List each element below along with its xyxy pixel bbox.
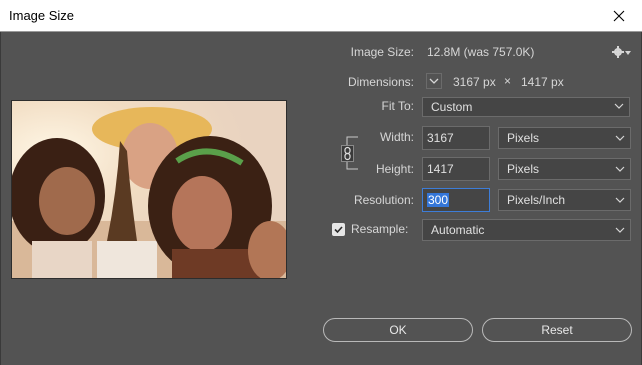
height-label: Height: bbox=[321, 162, 414, 176]
dimensions-dropdown[interactable] bbox=[426, 73, 442, 89]
chain-link-icon bbox=[344, 146, 351, 161]
chevron-down-icon bbox=[429, 78, 439, 84]
dimensions-height-value: 1417 px bbox=[521, 75, 564, 89]
width-label: Width: bbox=[321, 130, 414, 144]
resample-checkbox[interactable] bbox=[332, 223, 345, 236]
close-icon bbox=[613, 10, 625, 21]
resolution-unit-value: Pixels/Inch bbox=[507, 193, 566, 207]
chevron-down-icon bbox=[615, 135, 625, 141]
resolution-input[interactable]: 300 bbox=[422, 188, 490, 212]
gear-icon bbox=[612, 46, 631, 58]
chevron-down-icon bbox=[615, 197, 625, 203]
width-unit-value: Pixels bbox=[507, 131, 540, 145]
dialog-body: Image Size: 12.8M (was 757.0K) Dimension… bbox=[0, 32, 642, 365]
image-size-value: 12.8M (was 757.0K) bbox=[427, 45, 535, 59]
height-value: 1417 bbox=[427, 162, 454, 176]
width-value: 3167 bbox=[427, 131, 454, 145]
close-button[interactable] bbox=[596, 0, 642, 31]
chevron-down-icon bbox=[615, 227, 625, 233]
chevron-down-icon bbox=[614, 103, 624, 109]
dimensions-times-sign: × bbox=[504, 74, 512, 88]
window-title: Image Size bbox=[9, 8, 75, 23]
resample-method-select[interactable]: Automatic bbox=[422, 219, 631, 241]
ok-button[interactable]: OK bbox=[323, 318, 473, 342]
fit-to-value: Custom bbox=[431, 100, 473, 114]
fit-to-select[interactable]: Custom bbox=[422, 97, 630, 117]
title-bar: Image Size bbox=[0, 0, 642, 32]
chevron-down-icon bbox=[615, 166, 625, 172]
resolution-unit-select[interactable]: Pixels/Inch bbox=[498, 189, 631, 211]
image-preview[interactable] bbox=[11, 100, 287, 279]
height-label-text: Height: bbox=[375, 162, 414, 176]
resolution-label: Resolution: bbox=[301, 193, 414, 207]
height-unit-value: Pixels bbox=[507, 162, 540, 176]
reset-button[interactable]: Reset bbox=[482, 318, 632, 342]
preview-photo bbox=[12, 101, 286, 278]
image-size-label: Image Size: bbox=[350, 45, 414, 59]
resample-label: Resample: bbox=[351, 222, 409, 236]
height-input[interactable]: 1417 bbox=[422, 157, 490, 181]
resolution-value: 300 bbox=[427, 193, 450, 207]
constrain-proportions-toggle[interactable] bbox=[341, 145, 354, 162]
resample-method-value: Automatic bbox=[431, 223, 485, 237]
dimensions-label: Dimensions: bbox=[347, 75, 414, 89]
dimensions-width-value: 3167 px bbox=[453, 75, 496, 89]
gear-menu-button[interactable] bbox=[612, 45, 632, 59]
width-label-text: Width: bbox=[379, 130, 414, 144]
width-unit-select[interactable]: Pixels bbox=[498, 127, 631, 149]
checkmark-icon bbox=[334, 226, 343, 234]
fit-to-label: Fit To: bbox=[381, 99, 414, 113]
resolution-label-text: Resolution: bbox=[353, 193, 414, 207]
width-input[interactable]: 3167 bbox=[422, 126, 490, 150]
height-unit-select[interactable]: Pixels bbox=[498, 158, 631, 180]
